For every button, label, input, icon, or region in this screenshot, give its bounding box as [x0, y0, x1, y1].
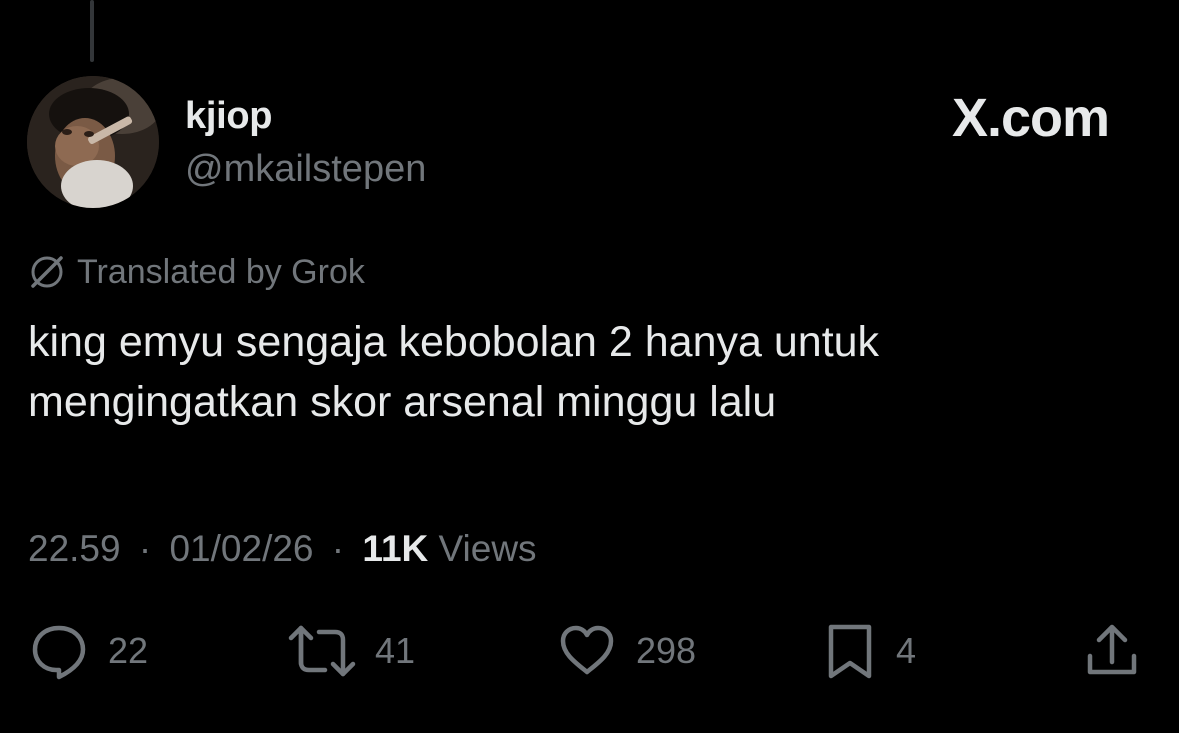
tweet-text-line: mengingatkan skor arsenal minggu lalu: [28, 378, 777, 426]
views-count[interactable]: 11K: [362, 528, 428, 569]
tweet-date[interactable]: 01/02/26: [169, 528, 313, 569]
tweet-metadata: 22.59 · 01/02/26 · 11K Views: [28, 524, 537, 574]
translation-notice[interactable]: Translated by Grok: [27, 250, 365, 294]
reply-icon: [32, 625, 86, 680]
grok-icon: [31, 256, 63, 288]
bookmark-icon: [828, 624, 872, 679]
reply-button[interactable]: 22: [28, 616, 148, 686]
meta-separator: ·: [138, 528, 152, 569]
share-icon: [1087, 624, 1137, 675]
repost-button[interactable]: 41: [287, 616, 415, 686]
reply-count: 22: [108, 630, 149, 671]
avatar[interactable]: [27, 76, 159, 208]
bookmark-count: 4: [896, 630, 917, 671]
avatar-photo: [27, 76, 159, 208]
thread-connector-line: [90, 0, 94, 62]
x-com-watermark: X.com: [951, 88, 1110, 148]
heart-icon: [560, 625, 614, 675]
repost-icon: [288, 625, 356, 677]
repost-count: 41: [375, 630, 416, 671]
author-display-name[interactable]: kjiop: [185, 94, 272, 138]
tweet-text-line: king emyu sengaja kebobolan 2 hanya untu…: [28, 318, 880, 366]
meta-separator: ·: [331, 528, 345, 569]
like-button[interactable]: 298: [556, 616, 696, 686]
tweet-text: king emyu sengaja kebobolan 2 hanya untu…: [28, 312, 1148, 432]
tweet-action-bar: 22 41 298 4: [0, 616, 1179, 686]
share-button[interactable]: [1082, 616, 1142, 686]
like-count: 298: [636, 630, 697, 671]
author-handle[interactable]: @mkailstepen: [185, 146, 426, 192]
views-label: Views: [438, 528, 537, 569]
tweet-time[interactable]: 22.59: [28, 528, 121, 569]
translation-label: Translated by Grok: [77, 252, 365, 291]
bookmark-button[interactable]: 4: [822, 616, 916, 686]
